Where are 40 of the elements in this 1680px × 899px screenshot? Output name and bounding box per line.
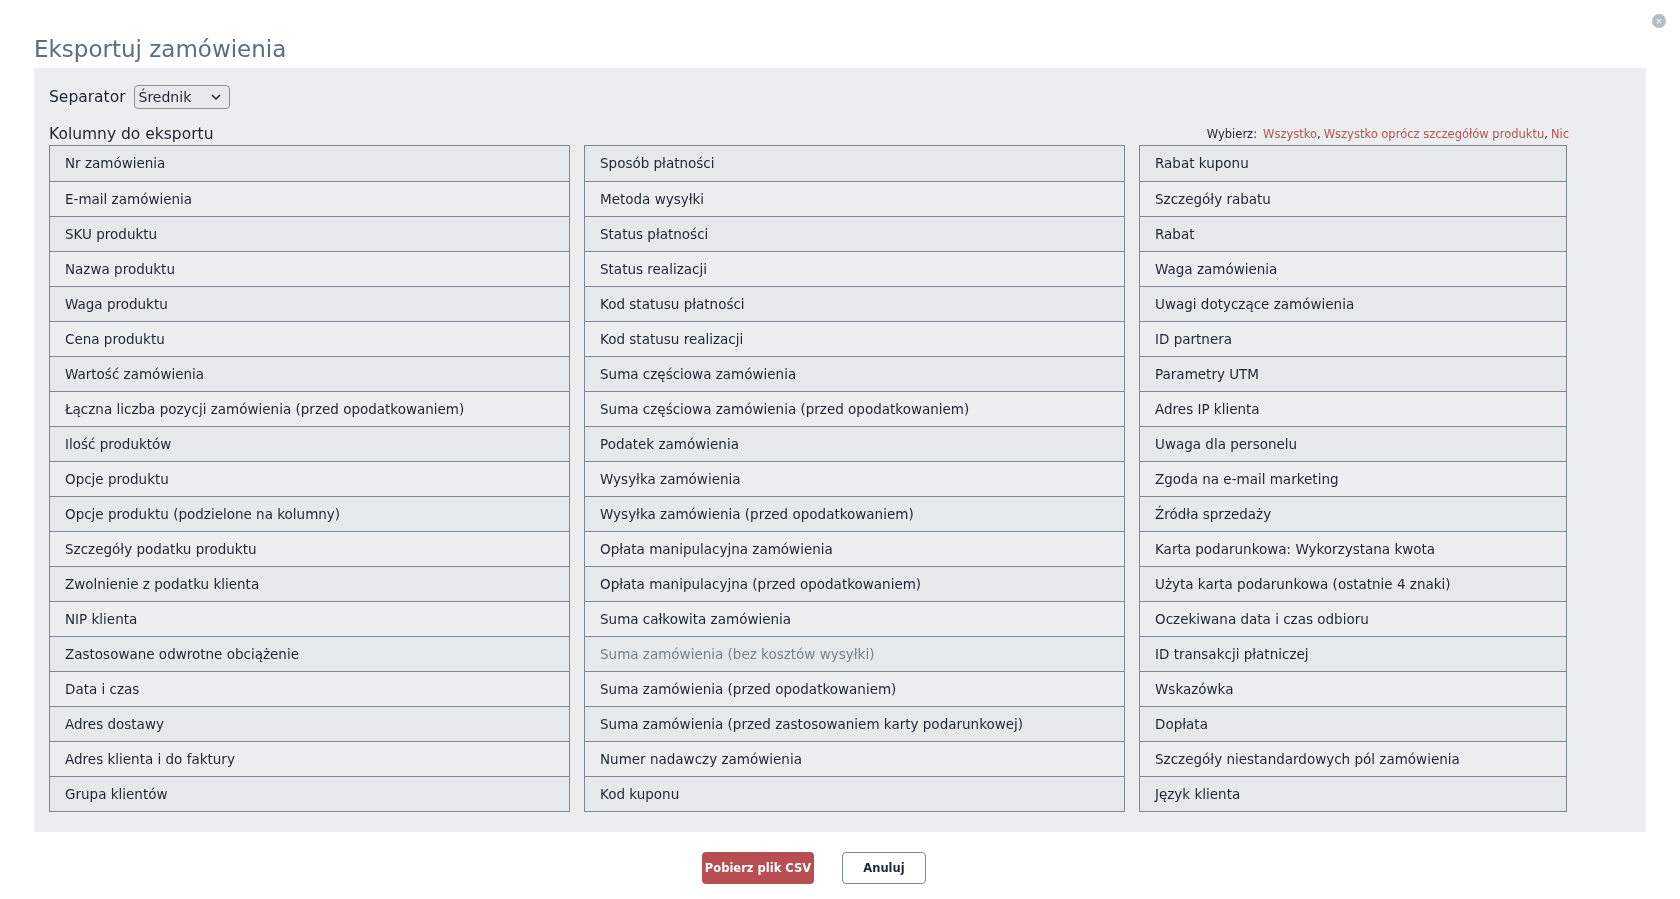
column-option[interactable]: ID transakcji płatniczej bbox=[1140, 636, 1566, 671]
column-option[interactable]: Użyta karta podarunkowa (ostatnie 4 znaki) bbox=[1140, 566, 1566, 601]
link-separator: , bbox=[1544, 127, 1548, 141]
column-option[interactable]: Status płatności bbox=[585, 216, 1124, 251]
separator-label: Separator bbox=[49, 88, 126, 106]
select-label: Wybierz: bbox=[1206, 127, 1258, 141]
separator-dropdown[interactable]: Średnik bbox=[133, 85, 230, 109]
column-option[interactable]: Opcje produktu (podzielone na kolumny) bbox=[50, 496, 569, 531]
column-option[interactable]: Dopłata bbox=[1140, 706, 1566, 741]
column-option[interactable]: Sposób płatności bbox=[585, 146, 1124, 181]
column-option[interactable]: Uwagi dotyczące zamówienia bbox=[1140, 286, 1566, 321]
section-label: Kolumny do eksportu bbox=[49, 125, 214, 143]
column-option[interactable]: Parametry UTM bbox=[1140, 356, 1566, 391]
column-option[interactable]: Wysyłka zamówienia (przed opodatkowaniem) bbox=[585, 496, 1124, 531]
column-option[interactable]: Opłata manipulacyjna (przed opodatkowaniem) bbox=[585, 566, 1124, 601]
column-option[interactable]: Kod kuponu bbox=[585, 776, 1124, 811]
column-option[interactable]: Uwaga dla personelu bbox=[1140, 426, 1566, 461]
column-option[interactable]: Język klienta bbox=[1140, 776, 1566, 811]
cancel-button[interactable]: Anuluj bbox=[842, 852, 926, 884]
chevron-down-icon bbox=[210, 93, 221, 101]
download-csv-button[interactable]: Pobierz plik CSV bbox=[702, 852, 814, 884]
column-option[interactable]: Rabat kuponu bbox=[1140, 146, 1566, 181]
column-option[interactable]: Grupa klientów bbox=[50, 776, 569, 811]
column-option[interactable]: Rabat bbox=[1140, 216, 1566, 251]
link-separator: , bbox=[1317, 127, 1321, 141]
column-option[interactable]: Podatek zamówienia bbox=[585, 426, 1124, 461]
column-option[interactable]: Wartość zamówienia bbox=[50, 356, 569, 391]
column-option[interactable]: Źródła sprzedaży bbox=[1140, 496, 1566, 531]
select-link[interactable]: Nic bbox=[1550, 127, 1569, 141]
column-option[interactable]: Waga produktu bbox=[50, 286, 569, 321]
column-option[interactable]: Nr zamówienia bbox=[50, 146, 569, 181]
column-option[interactable]: Zwolnienie z podatku klienta bbox=[50, 566, 569, 601]
column-option[interactable]: Suma zamówienia (przed zastosowaniem karty podarunkowej) bbox=[585, 706, 1124, 741]
column-option[interactable]: Kod statusu płatności bbox=[585, 286, 1124, 321]
column-option[interactable]: Ilość produktów bbox=[50, 426, 569, 461]
column-option[interactable]: SKU produktu bbox=[50, 216, 569, 251]
column-option[interactable]: Zastosowane odwrotne obciążenie bbox=[50, 636, 569, 671]
column-option[interactable]: Suma częściowa zamówienia bbox=[585, 356, 1124, 391]
column-option[interactable]: Adres dostawy bbox=[50, 706, 569, 741]
dialog-title: Eksportuj zamówienia bbox=[34, 35, 288, 64]
